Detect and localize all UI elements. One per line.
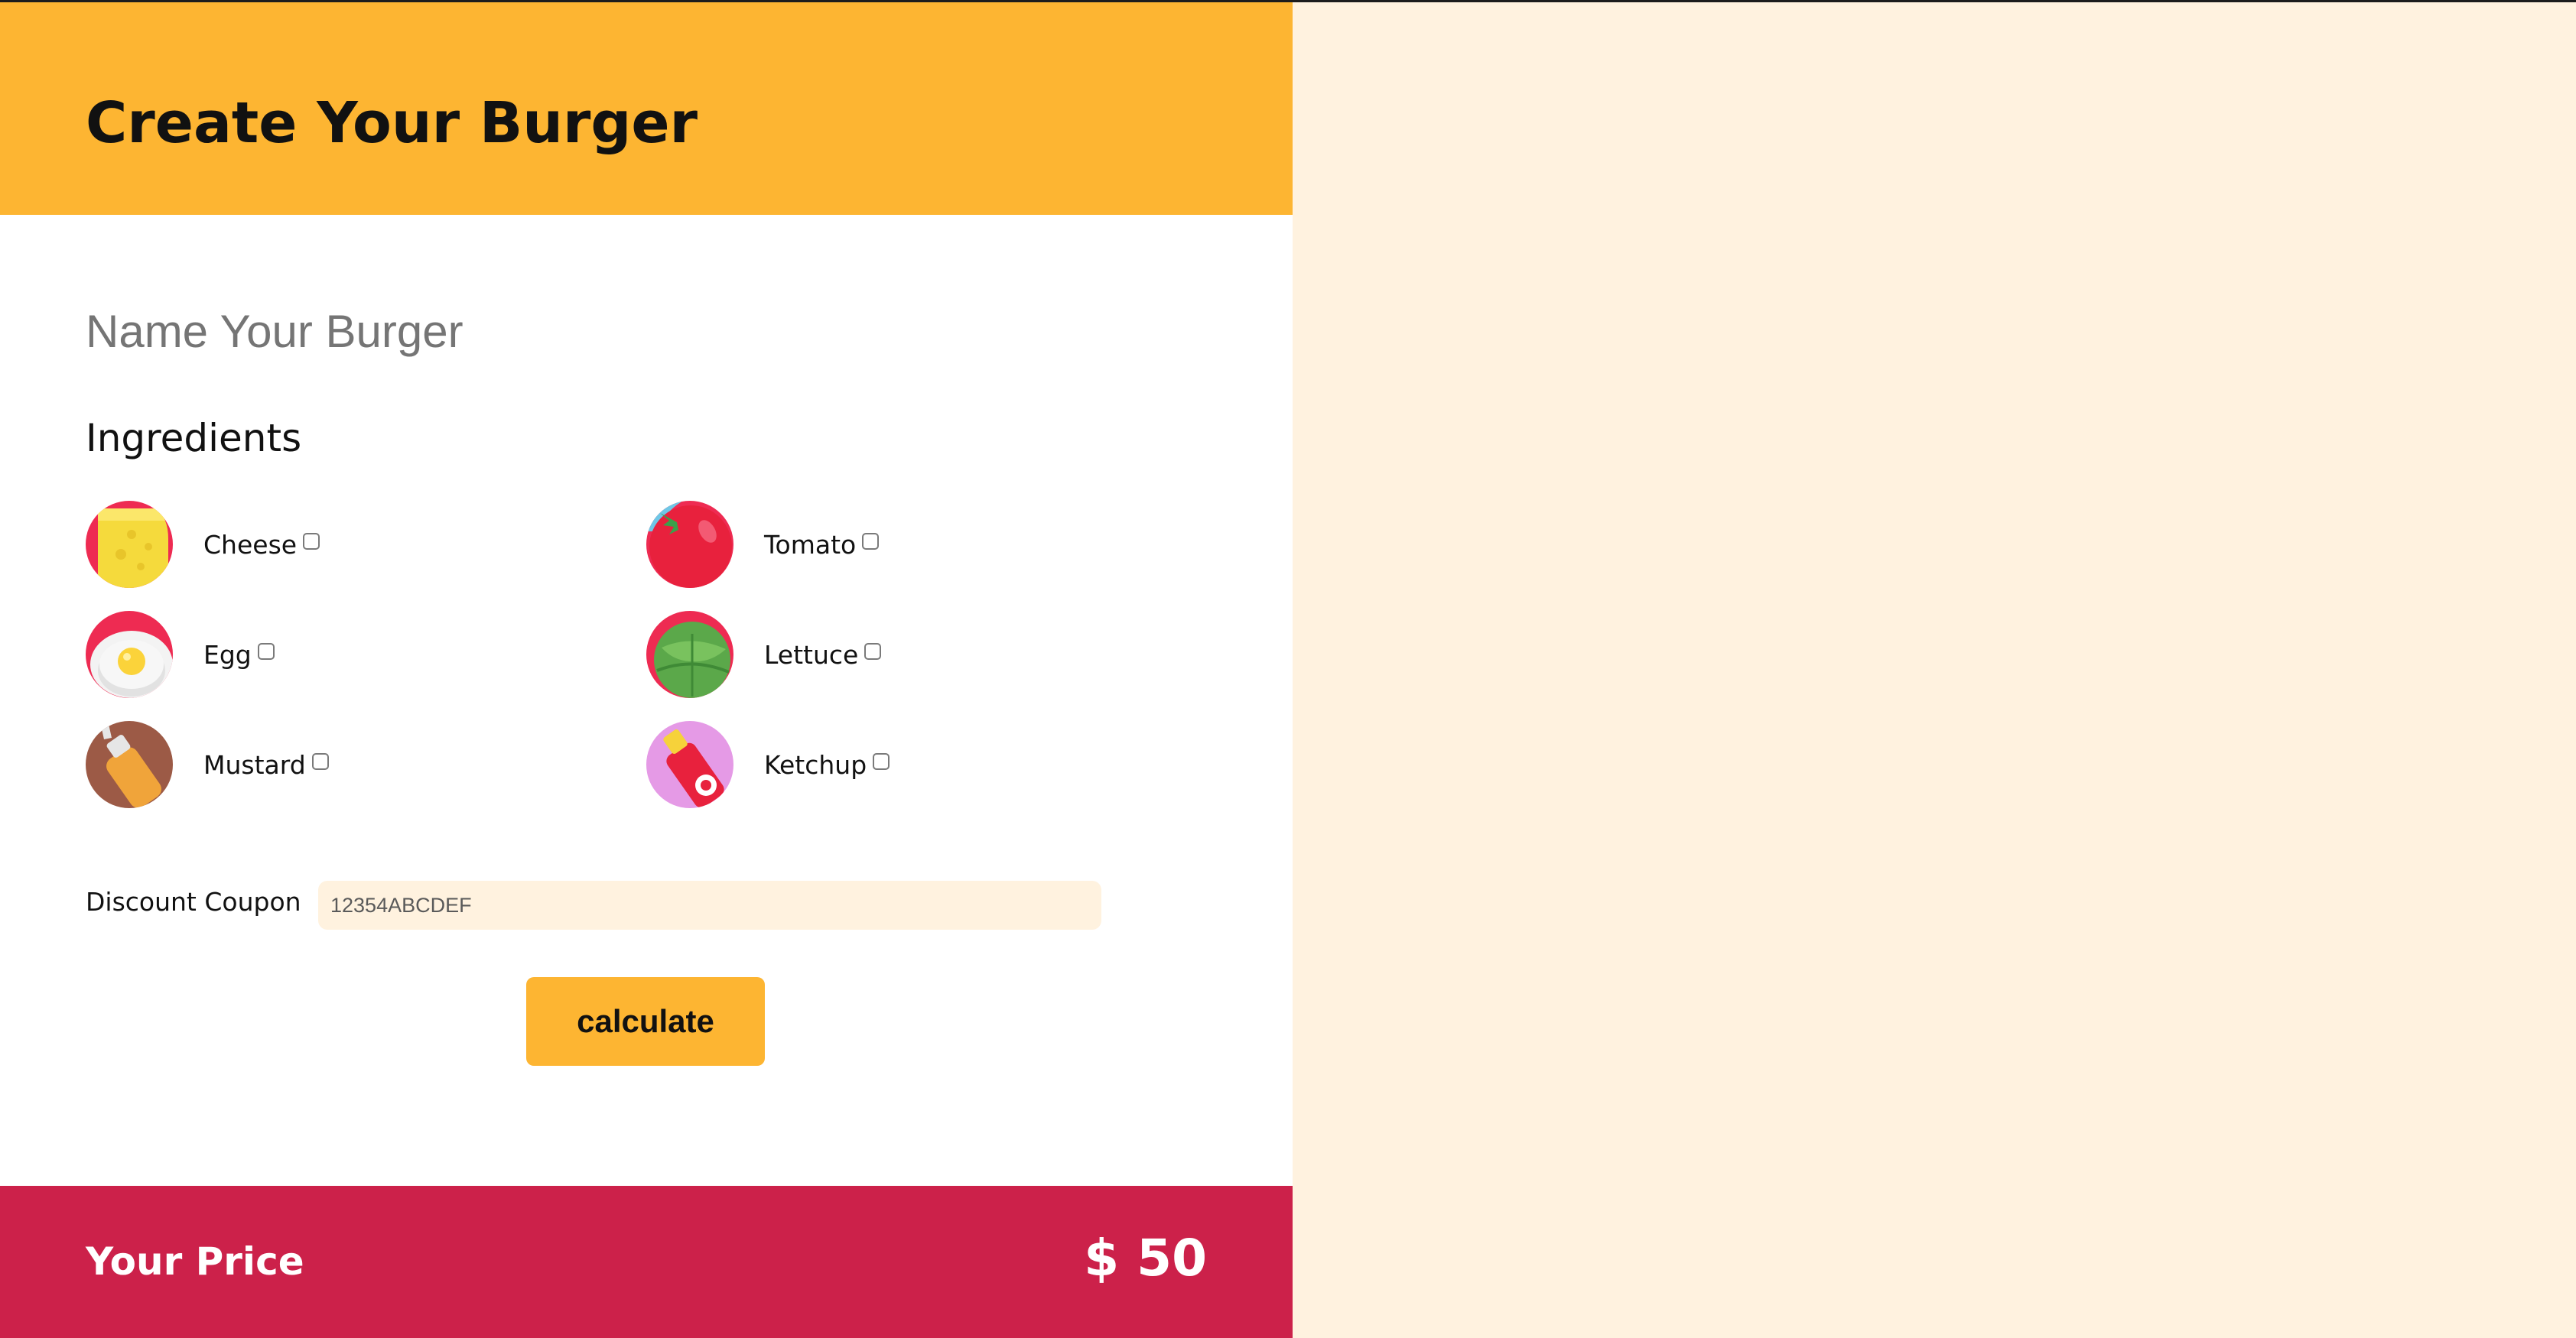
mustard-checkbox[interactable] <box>311 753 329 770</box>
burger-builder-panel: Create Your Burger Ingredients Cheese <box>0 2 1293 1338</box>
ingredients-heading: Ingredients <box>86 416 302 460</box>
ingredient-label: Tomato <box>764 529 857 560</box>
calculate-button[interactable]: calculate <box>526 977 765 1066</box>
egg-icon <box>86 611 173 698</box>
header: Create Your Burger <box>0 2 1293 215</box>
ingredient-mustard[interactable]: Mustard <box>86 721 329 808</box>
ingredient-cheese[interactable]: Cheese <box>86 501 320 588</box>
lettuce-icon <box>646 611 733 698</box>
ingredient-egg[interactable]: Egg <box>86 611 275 698</box>
ingredient-tomato[interactable]: Tomato <box>646 501 880 588</box>
cheese-icon <box>86 501 173 588</box>
ingredient-label: Lettuce <box>764 639 859 670</box>
ingredient-label: Mustard <box>203 749 306 780</box>
ingredient-label: Ketchup <box>764 749 867 780</box>
ingredient-label: Egg <box>203 639 252 670</box>
discount-coupon-input[interactable]: 12354ABCDEF <box>318 881 1101 930</box>
ketchup-checkbox[interactable] <box>873 753 890 770</box>
price-bar: Your Price $ 50 <box>0 1186 1293 1338</box>
ingredient-label: Cheese <box>203 529 298 560</box>
tomato-icon <box>646 501 733 588</box>
cheese-checkbox[interactable] <box>303 533 320 550</box>
tomato-checkbox[interactable] <box>862 533 880 550</box>
ketchup-icon <box>646 721 733 808</box>
egg-checkbox[interactable] <box>257 643 275 660</box>
price-value: $ 50 <box>1084 1229 1207 1288</box>
price-label: Your Price <box>86 1239 304 1284</box>
discount-coupon-label: Discount Coupon <box>86 887 301 917</box>
page-title: Create Your Burger <box>86 90 698 156</box>
ingredient-lettuce[interactable]: Lettuce <box>646 611 882 698</box>
lettuce-checkbox[interactable] <box>864 643 882 660</box>
ingredient-ketchup[interactable]: Ketchup <box>646 721 890 808</box>
burger-name-input[interactable] <box>86 293 1003 369</box>
mustard-icon <box>86 721 173 808</box>
